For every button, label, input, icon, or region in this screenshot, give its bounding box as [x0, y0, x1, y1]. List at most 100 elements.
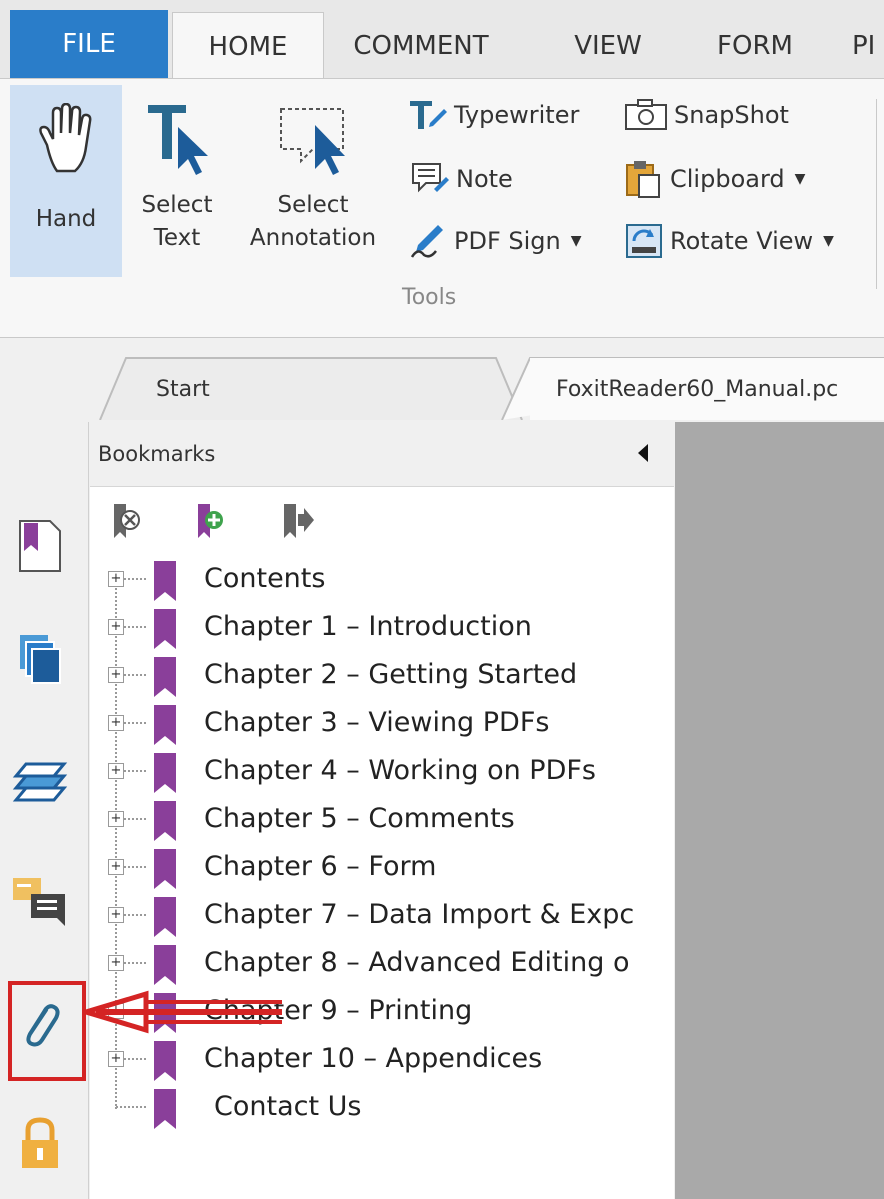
- pdf-sign-label: PDF Sign: [454, 227, 561, 255]
- bookmarks-pane-button[interactable]: [10, 516, 70, 576]
- navigation-pane-strip: [0, 422, 89, 1199]
- bookmark-item[interactable]: + Contents: [90, 557, 674, 605]
- bookmark-icon: [154, 657, 176, 697]
- select-annotation-label-2: Annotation: [249, 225, 377, 251]
- select-text-button[interactable]: Select Text: [130, 85, 224, 255]
- bookmark-item[interactable]: + Chapter 1 – Introduction: [90, 605, 674, 653]
- select-text-label-2: Text: [153, 225, 201, 251]
- pdf-sign-icon: [410, 225, 443, 258]
- typewriter-label: Typewriter: [454, 101, 580, 129]
- rotate-view-button[interactable]: Rotate View ▼: [624, 221, 834, 261]
- clipboard-dropdown-icon[interactable]: ▼: [795, 171, 806, 187]
- typewriter-button[interactable]: Typewriter: [408, 95, 579, 135]
- expand-icon[interactable]: +: [108, 859, 124, 875]
- rotate-view-icon: [626, 224, 662, 258]
- comments-pane-button[interactable]: [10, 872, 70, 932]
- select-text-icon: [148, 105, 208, 175]
- hand-button[interactable]: Hand: [10, 85, 122, 277]
- note-button[interactable]: Note: [410, 159, 513, 199]
- rotate-view-label: Rotate View: [670, 227, 814, 255]
- bookmark-item[interactable]: + Chapter 2 – Getting Started: [90, 653, 674, 701]
- bookmark-item[interactable]: + Chapter 4 – Working on PDFs: [90, 749, 674, 797]
- panel-title: Bookmarks: [98, 442, 216, 466]
- tree-dots: [124, 914, 146, 916]
- ribbon-tab-bar: FILE HOME COMMENT VIEW FORM PI: [0, 0, 884, 80]
- tree-dots: [124, 962, 146, 964]
- tab-document[interactable]: FoxitReader60_Manual.pc: [530, 358, 884, 420]
- bookmark-item[interactable]: + Chapter 10 – Appendices: [90, 1037, 674, 1085]
- tab-start[interactable]: Start: [120, 358, 510, 420]
- snapshot-button[interactable]: SnapShot: [624, 95, 789, 135]
- collapse-panel-icon[interactable]: [638, 444, 648, 462]
- ribbon-home-panel: Hand Select Text Select Annotation Typew…: [0, 78, 884, 338]
- bookmark-icon: [154, 897, 176, 937]
- clipboard-icon: [626, 161, 660, 198]
- select-annotation-button[interactable]: Select Annotation: [238, 85, 388, 255]
- bookmark-icon: [154, 801, 176, 841]
- tab-comment[interactable]: COMMENT: [332, 14, 510, 78]
- document-view-area[interactable]: [675, 422, 884, 1199]
- expand-icon[interactable]: +: [108, 907, 124, 923]
- expand-icon[interactable]: +: [108, 955, 124, 971]
- bookmark-item[interactable]: + Chapter 8 – Advanced Editing o: [90, 941, 674, 989]
- pdf-sign-button[interactable]: PDF Sign ▼: [408, 221, 582, 261]
- bookmark-item[interactable]: + Chapter 5 – Comments: [90, 797, 674, 845]
- rotate-view-dropdown-icon[interactable]: ▼: [823, 233, 834, 249]
- highlight-box: [8, 981, 86, 1081]
- add-bookmark-icon[interactable]: [194, 502, 228, 542]
- bookmark-label: Chapter 7 – Data Import & Expc: [204, 899, 635, 930]
- hand-icon: [39, 102, 92, 173]
- expand-icon[interactable]: +: [108, 811, 124, 827]
- tree-dots: [124, 1058, 146, 1060]
- bookmark-label: Contents: [204, 563, 326, 594]
- bookmark-item[interactable]: Contact Us: [90, 1085, 674, 1133]
- layers-pane-button[interactable]: [10, 752, 70, 812]
- bookmark-icon: [154, 561, 176, 601]
- expand-icon[interactable]: +: [108, 619, 124, 635]
- bookmark-icon: [154, 705, 176, 745]
- bookmark-icon: [154, 849, 176, 889]
- note-icon: [412, 163, 449, 193]
- expand-icon[interactable]: +: [108, 667, 124, 683]
- bookmark-label: Chapter 2 – Getting Started: [204, 659, 578, 690]
- tree-dots: [124, 674, 146, 676]
- expand-icon[interactable]: +: [108, 763, 124, 779]
- bookmark-icon: [154, 1041, 176, 1081]
- delete-bookmark-icon[interactable]: [110, 502, 144, 542]
- snapshot-icon: [625, 99, 667, 130]
- tree-dots: [124, 770, 146, 772]
- bookmark-item[interactable]: + Chapter 7 – Data Import & Expc: [90, 893, 674, 941]
- lock-icon: [22, 1117, 58, 1168]
- layers-icon: [12, 762, 68, 802]
- bookmarks-panel: Bookmarks + Contents + Chapter 1 – Intro…: [90, 422, 674, 1199]
- bookmark-item[interactable]: + Chapter 3 – Viewing PDFs: [90, 701, 674, 749]
- tab-form[interactable]: FORM: [700, 14, 810, 78]
- expand-icon[interactable]: +: [108, 1051, 124, 1067]
- pdf-sign-dropdown-icon[interactable]: ▼: [571, 233, 582, 249]
- bookmark-icon: [154, 945, 176, 985]
- bookmark-label: Chapter 6 – Form: [204, 851, 437, 882]
- select-annotation-icon: [280, 108, 345, 175]
- expand-icon[interactable]: +: [108, 571, 124, 587]
- bookmark-label: Chapter 10 – Appendices: [204, 1043, 543, 1074]
- bookmark-label: Chapter 8 – Advanced Editing o: [204, 947, 630, 978]
- expand-icon[interactable]: +: [108, 715, 124, 731]
- bookmark-icon: [154, 609, 176, 649]
- tree-dots: [124, 818, 146, 820]
- tree-dots: [116, 1106, 146, 1108]
- pages-pane-button[interactable]: [10, 630, 70, 690]
- tab-view[interactable]: VIEW: [553, 14, 663, 78]
- snapshot-label: SnapShot: [674, 101, 789, 129]
- bookmark-item[interactable]: + Chapter 6 – Form: [90, 845, 674, 893]
- tree-dots: [124, 866, 146, 868]
- clipboard-button[interactable]: Clipboard ▼: [624, 159, 805, 199]
- bookmark-label: Chapter 5 – Comments: [204, 803, 515, 834]
- tab-protect[interactable]: PI: [852, 14, 884, 78]
- tree-dots: [124, 626, 146, 628]
- tab-home[interactable]: HOME: [172, 12, 324, 80]
- bookmark-label: Chapter 1 – Introduction: [204, 611, 532, 642]
- tab-file[interactable]: FILE: [10, 10, 168, 78]
- security-pane-button[interactable]: [10, 1114, 70, 1174]
- expand-bookmark-icon[interactable]: [280, 502, 314, 542]
- tree-dots: [124, 722, 146, 724]
